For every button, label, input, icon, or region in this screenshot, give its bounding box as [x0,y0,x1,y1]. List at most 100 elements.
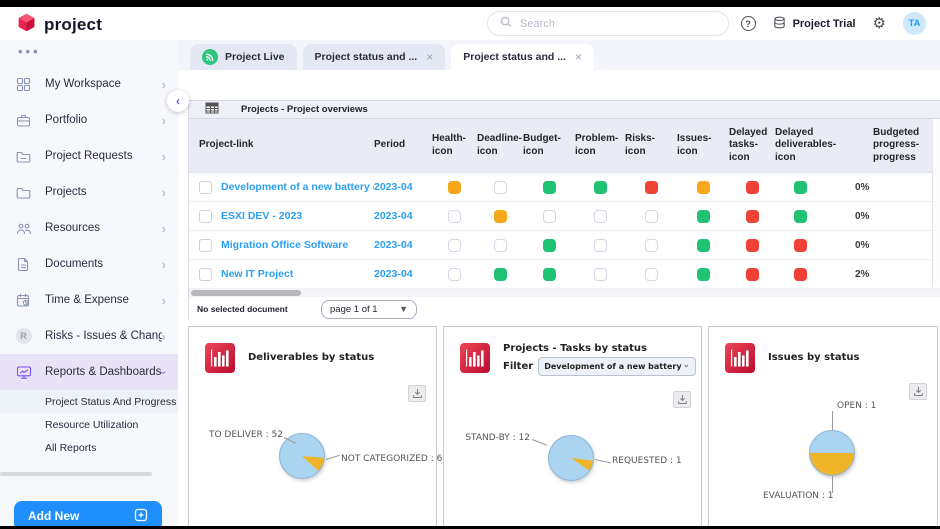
status-green-icon [794,181,807,194]
project-link[interactable]: ESXI DEV - 2023 [221,210,302,222]
main-content: Project LiveProject status and ...×Proje… [178,40,940,526]
column-header-budgeted-progress-progress: Budgeted progress-progress [825,127,940,165]
column-header-issues-icon: Issues-icon [677,133,729,158]
period-cell: 2023-04 [374,181,432,193]
pie-label: NOT CATEGORIZED : 6 [341,454,446,464]
tab-project-live-0[interactable]: Project Live [190,44,297,70]
sidebar-item-resources[interactable]: Resources› [0,210,178,246]
status-green-icon [697,268,710,281]
chevron-right-icon: › [162,329,166,344]
period-cell: 2023-04 [374,239,432,251]
sidebar-item-risks-issues-change-re[interactable]: RRisks - Issues & Change Re...› [0,318,178,354]
hscroll-thumb[interactable] [191,290,301,296]
chart-filter-select[interactable]: Development of a new battery concept⌄ [538,357,696,376]
help-icon[interactable]: ? [741,16,756,31]
sidebar-scrollbar[interactable] [0,472,152,476]
close-icon[interactable]: × [426,50,433,64]
progress-cell: 2% [825,269,940,280]
sidebar-item-my-workspace[interactable]: My Workspace› [0,66,178,102]
table-body: Development of a new battery concept2023… [189,173,940,289]
sidebar-item-project-requests[interactable]: Project Requests› [0,138,178,174]
pie-chart [279,433,325,479]
document-icon [15,256,32,273]
download-button[interactable] [673,391,691,408]
trial-badge[interactable]: Project Trial [773,16,856,32]
chart-panel-deliverables-by-status: Deliverables by statusTO DELIVER : 52NOT… [188,326,437,526]
topbar: project ? Project Trial ⚙ TA [0,7,940,40]
download-button[interactable] [408,385,426,402]
add-new-label: Add New [28,509,79,523]
logo-cube-icon [16,12,37,38]
people-icon [15,220,32,237]
pie-label: EVALUATION : 1 [763,491,829,501]
folder-icon [15,184,32,201]
status-empty-icon [494,181,507,194]
folder-request-icon [15,148,32,165]
status-green-icon [697,210,710,223]
filter-label: Filter [503,361,533,372]
chevron-right-icon: › [162,149,166,164]
bar-chart-icon [460,343,490,377]
sidebar-item-portfolio[interactable]: Portfolio› [0,102,178,138]
project-link[interactable]: Migration Office Software [221,239,348,251]
table-title-bar: Projects - Project overviews [189,101,940,119]
chart-title: Issues by status [768,352,859,363]
tab-project-status-and-2[interactable]: Project status and ...× [451,44,594,70]
progress-cell: 0% [825,240,940,251]
search-bar[interactable] [487,11,729,36]
bar-chart-icon [205,343,235,377]
bar-chart-icon [725,343,755,377]
pie-connector [832,411,833,430]
chevron-down-icon: › [156,370,171,374]
chevron-right-icon: › [162,113,166,128]
status-green-icon [543,268,556,281]
row-checkbox[interactable] [199,181,212,194]
table-footer: No selected document page 1 of 1 ▼ [189,297,940,321]
selection-status: No selected document [197,304,288,314]
close-icon[interactable]: × [575,50,582,64]
pager-select[interactable]: page 1 of 1 ▼ [321,300,417,319]
avatar[interactable]: TA [903,12,926,35]
table-hscrollbar[interactable] [189,289,940,297]
table-row: ESXI DEV - 20232023-040% [189,202,940,231]
sidebar-collapse-button[interactable]: ‹ [167,90,189,112]
r-circle-icon: R [15,328,32,345]
tab-project-status-and-1[interactable]: Project status and ...× [303,44,446,70]
sidebar: ••• My Workspace›Portfolio›Project Reque… [0,40,178,526]
pie-chart [809,430,855,476]
app-logo[interactable]: project [16,12,102,38]
sidebar-overflow-icon[interactable]: ••• [18,44,41,59]
row-checkbox[interactable] [199,239,212,252]
sidebar-subitem-project-status-and-progress[interactable]: Project Status And Progress [0,390,178,413]
project-link[interactable]: Development of a new battery concept [221,181,374,193]
column-header-budget-icon: Budget-icon [523,133,575,158]
chevron-right-icon: › [162,221,166,236]
sidebar-subitem-resource-utilization[interactable]: Resource Utilization [0,413,178,436]
row-checkbox[interactable] [199,268,212,281]
sidebar-item-time-expense[interactable]: Time & Expense› [0,282,178,318]
sidebar-subitem-all-reports[interactable]: All Reports [0,436,178,459]
live-broadcast-icon [202,49,218,65]
pie-label: STAND-BY : 12 [450,433,530,443]
row-checkbox[interactable] [199,210,212,223]
project-link[interactable]: New IT Project [221,268,293,280]
status-empty-icon [645,239,658,252]
search-input[interactable] [520,18,716,30]
calendar-clock-icon [15,292,32,309]
status-empty-icon [645,210,658,223]
chevron-down-icon: ▼ [399,304,408,314]
sidebar-item-documents[interactable]: Documents› [0,246,178,282]
sidebar-item-reports-dashboards-lib[interactable]: Reports & Dashboards Lib...› [0,354,178,390]
gear-icon[interactable]: ⚙ [873,16,886,31]
table-row: Migration Office Software 2023-04 0% [189,231,940,260]
status-green-icon [697,239,710,252]
sidebar-item-projects[interactable]: Projects› [0,174,178,210]
column-header-risks-icon: Risks-icon [625,133,677,158]
status-empty-icon [448,210,461,223]
download-button[interactable] [909,383,927,400]
status-red-icon [645,181,658,194]
column-header-delayed-deliverables-icon: Delayed deliverables-icon [775,127,825,165]
table-vscrollbar[interactable] [932,119,940,287]
add-new-button[interactable]: Add New [14,501,162,526]
pie-connector [532,439,547,446]
